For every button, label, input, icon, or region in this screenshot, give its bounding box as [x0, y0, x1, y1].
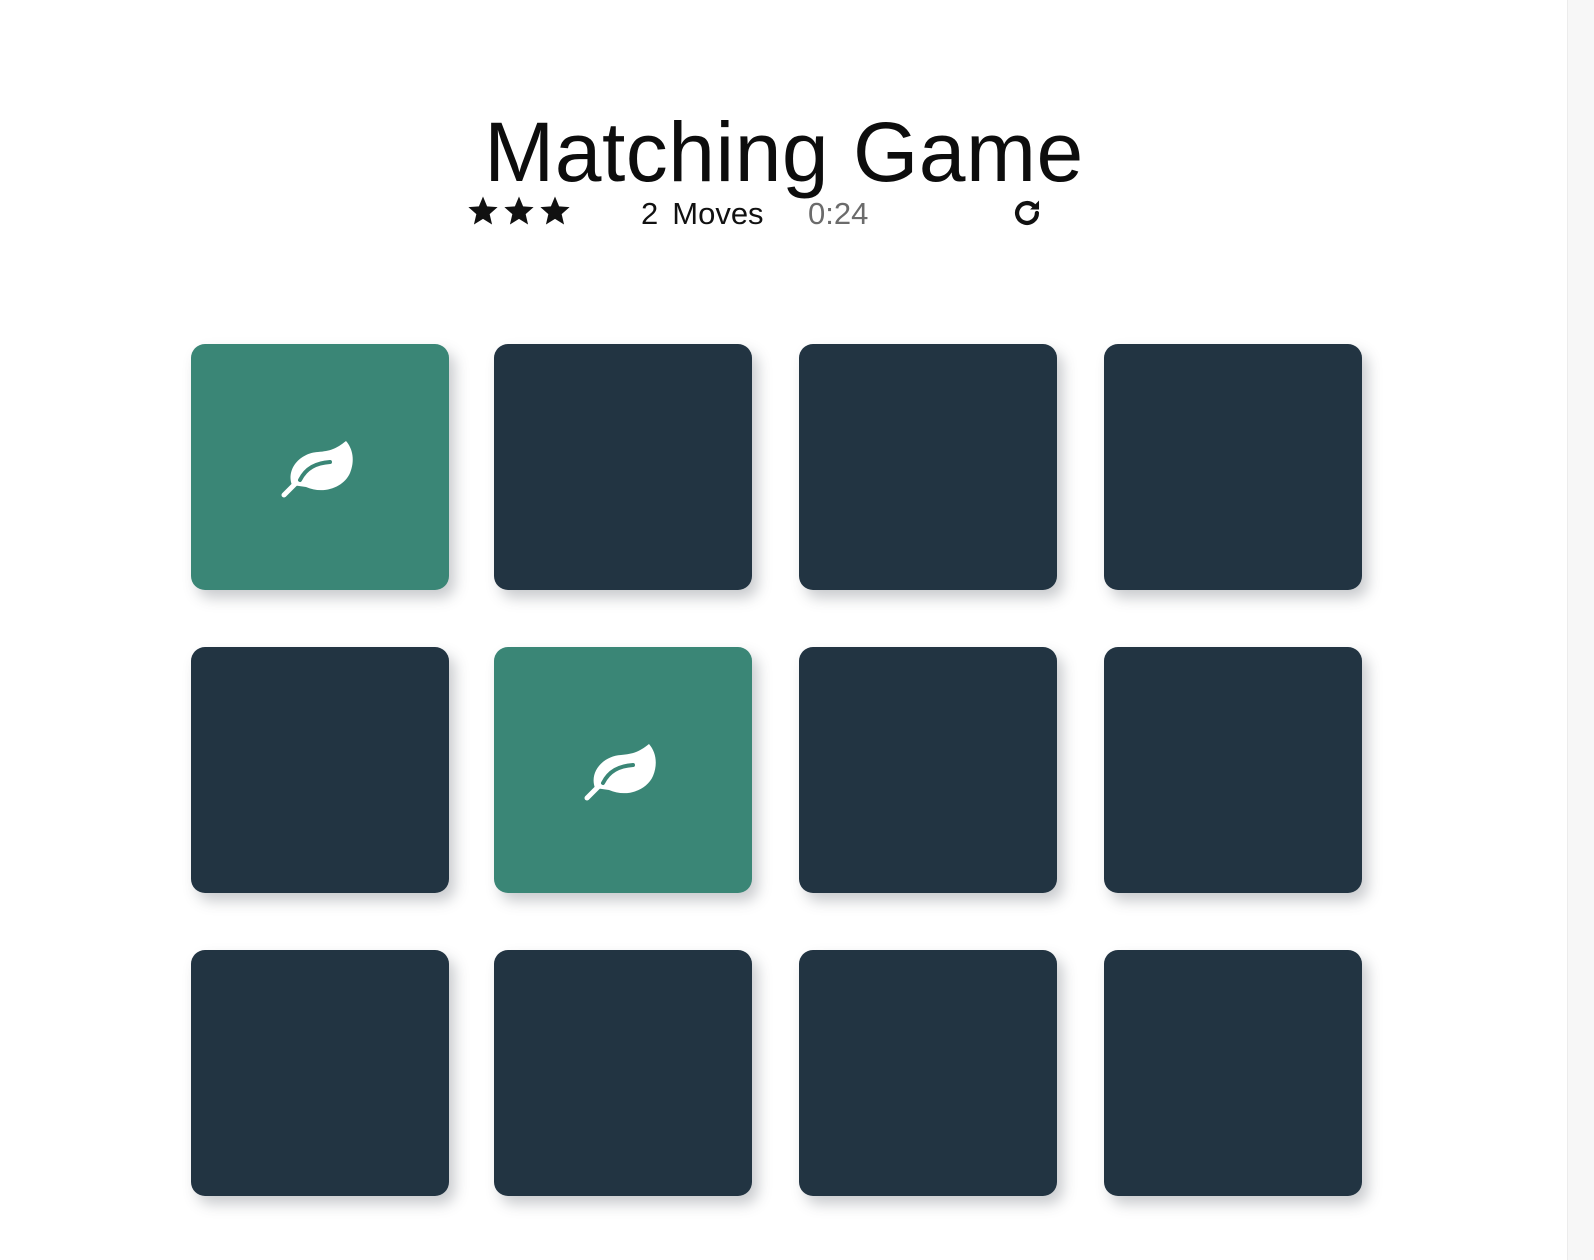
- star-icon: [540, 196, 570, 225]
- card-open[interactable]: [494, 647, 752, 893]
- moves-label: Moves: [672, 196, 764, 231]
- game-container: Matching Game 2 Moves 0:24: [0, 0, 1568, 1260]
- card-closed[interactable]: [191, 647, 449, 893]
- card-closed[interactable]: [191, 950, 449, 1196]
- star-rating: [466, 194, 572, 228]
- page-title: Matching Game: [484, 105, 1084, 200]
- scrollbar[interactable]: [1567, 0, 1594, 1260]
- card-closed[interactable]: [1104, 647, 1362, 893]
- star-icon: [504, 196, 534, 225]
- card-closed[interactable]: [1104, 344, 1362, 590]
- moves-count: 2: [641, 196, 659, 231]
- card-closed[interactable]: [799, 647, 1057, 893]
- card-closed[interactable]: [1104, 950, 1362, 1196]
- card-closed[interactable]: [799, 950, 1057, 1196]
- moves-counter: 2 Moves: [641, 194, 764, 234]
- score-panel: 2 Moves 0:24: [466, 190, 1066, 240]
- timer: 0:24: [808, 196, 869, 231]
- card-open[interactable]: [191, 344, 449, 590]
- restart-icon[interactable]: [1010, 196, 1044, 230]
- leaf-icon: [584, 744, 656, 801]
- card-closed[interactable]: [799, 344, 1057, 590]
- leaf-icon: [281, 441, 353, 498]
- star-icon: [468, 196, 498, 225]
- card-closed[interactable]: [494, 950, 752, 1196]
- card-closed[interactable]: [494, 344, 752, 590]
